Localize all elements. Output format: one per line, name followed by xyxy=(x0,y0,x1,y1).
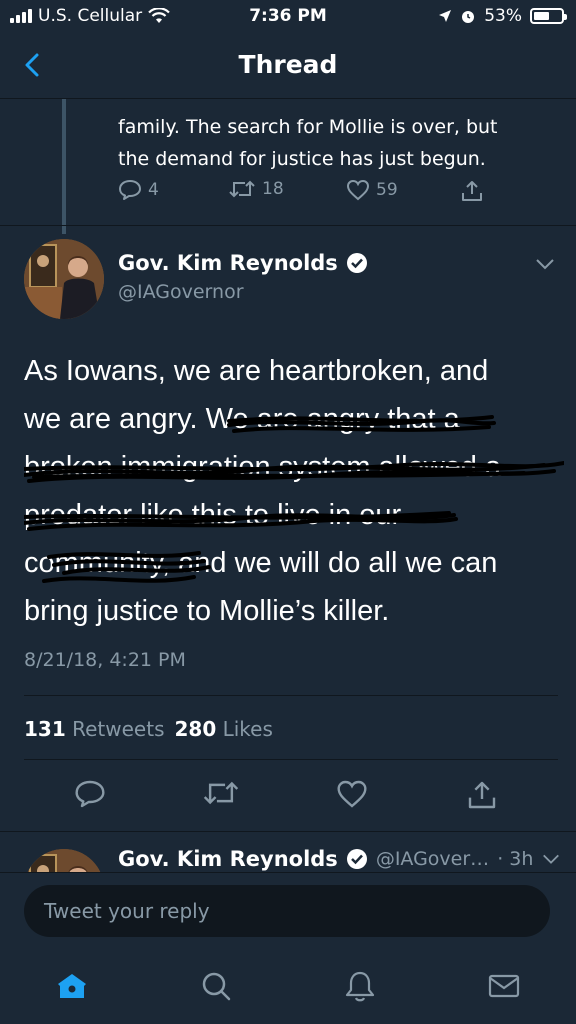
retweet-icon xyxy=(203,781,239,805)
retweets-label: Retweets xyxy=(72,717,165,741)
retweets-count: 131 xyxy=(24,717,66,741)
tweet-timestamp[interactable]: 8/21/18, 4:21 PM xyxy=(24,649,186,671)
nav-bar: Thread xyxy=(0,34,576,99)
avatar-photo xyxy=(24,849,104,872)
likes-stat[interactable]: 280 Likes xyxy=(174,717,272,741)
divider xyxy=(24,759,558,760)
retweets-stat[interactable]: 131 Retweets xyxy=(24,717,164,741)
redaction-scribble xyxy=(42,551,211,583)
author-name[interactable]: Gov. Kim Reynolds xyxy=(118,251,368,275)
reply-input[interactable]: Tweet your reply xyxy=(24,885,550,937)
reply-bar: Tweet your reply xyxy=(0,872,576,951)
chevron-down-icon[interactable] xyxy=(541,852,561,866)
reply-button[interactable]: 4 xyxy=(118,179,159,201)
tweet-stats[interactable]: 131 Retweets 280 Likes xyxy=(24,717,273,741)
author-handle[interactable]: @IAGover… xyxy=(376,848,489,870)
divider xyxy=(0,831,576,832)
redaction-scribble xyxy=(24,415,564,531)
previous-tweet-actions: 4 18 59 xyxy=(118,179,518,207)
avatar-photo xyxy=(24,239,104,319)
retweet-icon xyxy=(229,180,255,198)
tweet-actions xyxy=(0,779,576,819)
verified-icon xyxy=(346,849,367,869)
location-icon xyxy=(439,10,452,22)
next-tweet-header: Gov. Kim Reynolds @IAGover… · 3h xyxy=(118,847,561,871)
messages-icon[interactable] xyxy=(486,968,522,1004)
notifications-icon[interactable] xyxy=(342,968,378,1004)
tweet-text: As Iowans, we are heartbroken, and we ar… xyxy=(24,347,564,635)
share-button[interactable] xyxy=(466,779,498,815)
battery-icon xyxy=(530,8,567,24)
battery-percent: 53% xyxy=(484,6,522,26)
verified-icon xyxy=(346,253,367,273)
retweet-button[interactable]: 18 xyxy=(228,179,284,199)
likes-count: 280 xyxy=(174,717,217,741)
search-icon[interactable] xyxy=(198,968,234,1004)
home-icon[interactable] xyxy=(54,968,90,1004)
retweet-count: 18 xyxy=(262,179,284,199)
chevron-down-icon[interactable] xyxy=(534,257,556,271)
status-bar: U.S. Cellular 7:36 PM 53% xyxy=(0,0,576,34)
like-count: 59 xyxy=(376,180,398,200)
likes-label: Likes xyxy=(222,717,273,741)
author-name-text[interactable]: Gov. Kim Reynolds xyxy=(118,847,338,871)
share-button[interactable] xyxy=(460,179,484,203)
reply-button[interactable] xyxy=(74,779,106,813)
reply-count: 4 xyxy=(148,180,159,200)
author-name-text: Gov. Kim Reynolds xyxy=(118,251,338,275)
alarm-icon xyxy=(462,11,475,23)
like-icon xyxy=(337,780,367,808)
reply-icon xyxy=(119,180,141,200)
tweet-age: · 3h xyxy=(497,848,534,870)
previous-tweet-line: the demand for justice has just begun. xyxy=(118,148,486,170)
like-button[interactable]: 59 xyxy=(346,179,398,201)
like-icon xyxy=(346,179,370,201)
like-button[interactable] xyxy=(336,779,368,813)
divider xyxy=(0,225,576,226)
share-icon xyxy=(462,181,482,201)
author-handle[interactable]: @IAGovernor xyxy=(118,281,244,303)
reply-icon xyxy=(75,780,105,808)
divider xyxy=(24,695,558,696)
thread-connector xyxy=(62,99,66,234)
avatar[interactable] xyxy=(24,239,104,319)
tab-bar xyxy=(0,950,576,1024)
previous-tweet-text: family. The search for Mollie is over, b… xyxy=(118,99,558,175)
page-title: Thread xyxy=(238,50,338,79)
avatar[interactable] xyxy=(24,849,104,872)
retweet-button[interactable] xyxy=(202,779,240,811)
thread-content[interactable]: family. The search for Mollie is over, b… xyxy=(0,99,576,872)
previous-tweet-line: family. The search for Mollie is over, b… xyxy=(118,116,498,138)
share-icon xyxy=(468,781,496,809)
